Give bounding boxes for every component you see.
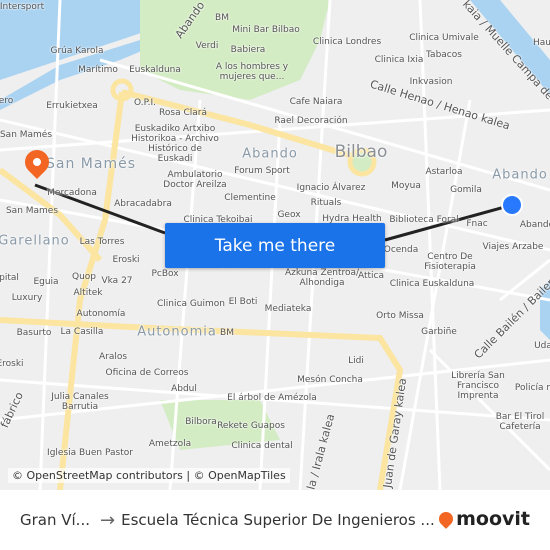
map-label: Hau bbox=[533, 38, 550, 48]
map-label: Mini Bar Bilbao bbox=[232, 25, 300, 35]
take-me-there-button[interactable]: Take me there bbox=[165, 223, 385, 268]
map-label: Ambulatorio Doctor Areilza bbox=[163, 170, 227, 190]
map-label: Clinica Guimon bbox=[157, 299, 225, 309]
map-label: Autonomía bbox=[76, 309, 126, 319]
map-label: Eguia bbox=[33, 277, 59, 287]
map-label: Ignacio Álvarez bbox=[296, 183, 366, 193]
map-label: Forum Sport bbox=[234, 166, 290, 176]
map-label: Inkvasion bbox=[409, 77, 453, 87]
map-label: Vka 27 bbox=[101, 276, 133, 286]
map-label: Viajes Arzabe bbox=[482, 242, 544, 252]
district-label: Autonomia bbox=[137, 324, 217, 340]
map-label: Euskadiko Artxibo Historikoa - Archivo H… bbox=[131, 124, 219, 164]
map-label: Astarloa bbox=[425, 167, 463, 177]
map-label: Mediateka bbox=[264, 304, 312, 314]
district-label: San Mamés bbox=[46, 156, 136, 172]
map-label: Centro De Fisioterapia bbox=[424, 252, 476, 272]
map-label: La Casilla bbox=[60, 327, 104, 337]
district-label: Abando bbox=[492, 167, 548, 183]
map-label: Eroski bbox=[0, 359, 24, 369]
map-label: A los hombres y mujeres que... bbox=[215, 62, 289, 82]
map-label: Tabacos bbox=[426, 50, 462, 60]
map-label: El árbol de Amézola bbox=[227, 393, 317, 403]
map-label: San Mamés bbox=[0, 130, 53, 140]
map-label: Abracadabra bbox=[114, 199, 172, 209]
map-label: Moyua bbox=[391, 181, 421, 191]
map-label: Uda bbox=[534, 341, 550, 351]
map-label: Ocenda bbox=[383, 245, 419, 255]
moovit-pin-icon bbox=[436, 509, 457, 529]
city-label: Bilbao bbox=[334, 142, 388, 162]
moovit-wordmark: moovit bbox=[456, 508, 530, 530]
map-label: Biblioteca Foral bbox=[389, 215, 459, 225]
map-label: Las Torres bbox=[79, 237, 125, 247]
map-label: Garbiñe bbox=[421, 327, 457, 337]
map-label: Rosa Clará bbox=[159, 108, 207, 118]
map-label: Rituals bbox=[310, 198, 342, 208]
map-label: BM bbox=[220, 328, 234, 338]
map-label: Luxury bbox=[11, 293, 43, 303]
map-label: Eroski bbox=[112, 255, 140, 265]
map-label: Lidi bbox=[348, 356, 364, 366]
district-label: Garellano bbox=[0, 233, 70, 249]
map-label: Bar El Tirol Cafetería bbox=[495, 412, 545, 432]
map-label: O.P.I. bbox=[134, 98, 156, 108]
map-label: Clinica Umivale bbox=[409, 33, 479, 43]
map-label: Aralos bbox=[98, 352, 128, 362]
map-label: Mesón Concha bbox=[297, 375, 363, 385]
district-label: Abando bbox=[242, 146, 298, 162]
map-label: San Mames bbox=[5, 206, 59, 216]
map-label: Intersport bbox=[0, 2, 45, 12]
map-label: Bilbora bbox=[185, 417, 217, 427]
map-label: Basurto bbox=[16, 328, 52, 338]
map-label: Errukietxea bbox=[46, 101, 98, 111]
map-label: El Boti bbox=[228, 297, 258, 307]
map-label: PcBox bbox=[151, 269, 179, 279]
map-label: Clinica Londres bbox=[312, 37, 382, 47]
map-label: Quop bbox=[71, 272, 97, 282]
destination-marker-icon[interactable] bbox=[501, 194, 523, 216]
map-label: Geox bbox=[277, 210, 301, 220]
map-label: Mercadona bbox=[47, 188, 97, 198]
map-label: Clementine bbox=[224, 193, 276, 203]
map-label: Oficina de Correos bbox=[105, 368, 189, 378]
map-label: Julia Canales Barrutia bbox=[51, 392, 109, 412]
map-label: Babiera bbox=[230, 45, 266, 55]
arrow-right-icon: → bbox=[100, 509, 116, 531]
map-label: Verdi bbox=[195, 41, 219, 51]
map-label: Rekete Guapos bbox=[217, 421, 285, 431]
map-label: Abdul bbox=[171, 384, 197, 394]
map-label: Clinica Euskalduna bbox=[389, 279, 475, 289]
map-label: ero bbox=[0, 96, 14, 106]
map-label: Clinica dental bbox=[231, 441, 293, 451]
map-label: pital bbox=[0, 273, 19, 283]
map-label: Abando bbox=[519, 220, 550, 230]
map-attribution[interactable]: © OpenStreetMap contributors | © OpenMap… bbox=[8, 468, 290, 483]
map-label: Policía m bbox=[514, 383, 550, 393]
destination-label: Escuela Técnica Superior De Ingenieros .… bbox=[121, 511, 435, 529]
map-label: BM bbox=[215, 13, 229, 23]
map-label: Orto Missa bbox=[376, 311, 424, 321]
map-label: Marítimo bbox=[78, 65, 118, 75]
map-label: Altitek bbox=[73, 288, 103, 298]
map-label: Cafe Naiara bbox=[289, 97, 343, 107]
map-label: Attica bbox=[357, 271, 385, 281]
map-label: Grúa Karola bbox=[50, 46, 104, 56]
map-label: Iglesia Buen Pastor bbox=[47, 448, 133, 458]
map[interactable]: Intersport Grúa Karola Marítimo Euskaldu… bbox=[0, 0, 550, 490]
origin-label: Gran Ví... bbox=[20, 511, 90, 529]
map-label: Librería San Francisco Imprenta bbox=[451, 371, 505, 401]
map-label: Clinica Ixia bbox=[374, 55, 424, 65]
map-label: Euskalduna bbox=[129, 65, 181, 75]
moovit-logo[interactable]: moovit bbox=[436, 508, 530, 530]
map-label: Fnac bbox=[466, 219, 488, 229]
map-label: Rael Decoración bbox=[274, 116, 348, 126]
map-label: Ametzola bbox=[148, 439, 192, 449]
map-label: Gomila bbox=[450, 185, 482, 195]
